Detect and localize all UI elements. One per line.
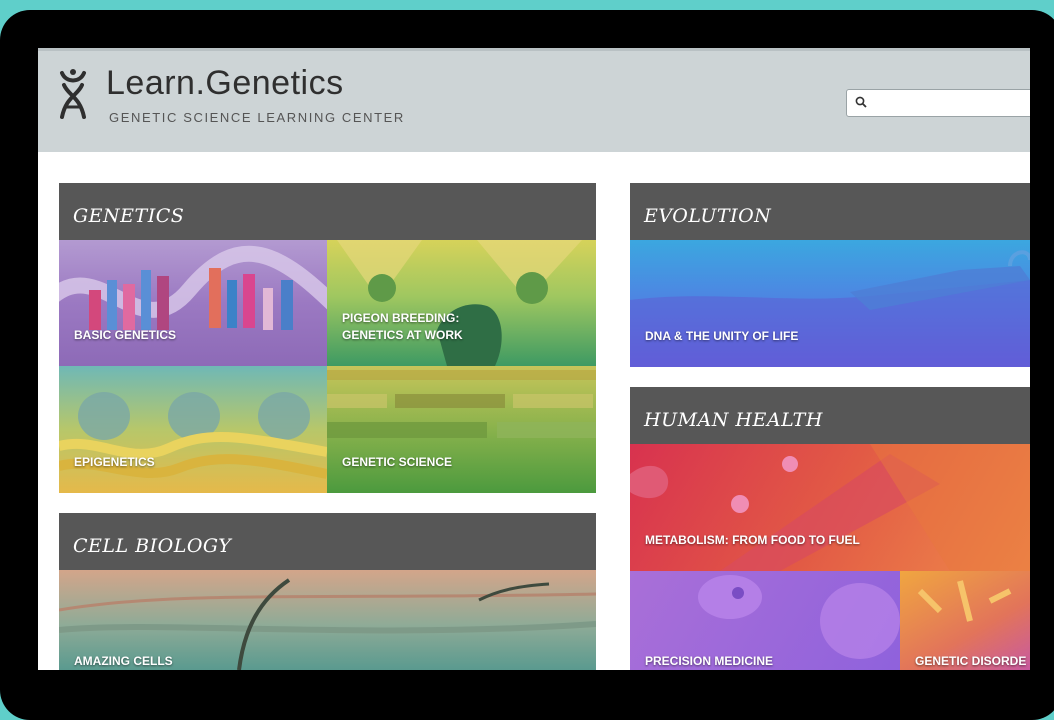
section-header-cell-biology: CELL BIOLOGY [59, 513, 596, 570]
pigeon-illustration [337, 240, 582, 366]
site-subtitle: GENETIC SCIENCE LEARNING CENTER [109, 110, 405, 125]
site-title[interactable]: Learn.Genetics [106, 64, 344, 103]
section-title-evolution[interactable]: EVOLUTION [644, 205, 771, 227]
tile-amazing-cells[interactable]: AMAZING CELLS [59, 570, 596, 670]
tile-precision-medicine[interactable]: PRECISION MEDICINE [630, 571, 900, 670]
tile-label: EPIGENETICS [74, 455, 155, 469]
section-evolution: EVOLUTION DNA & THE UNITY OF LIFE [630, 183, 1030, 367]
tile-label: BASIC GENETICS [74, 328, 177, 342]
section-cell-biology: CELL BIOLOGY AMAZING CELLS [59, 513, 596, 670]
tile-label: METABOLISM: FROM FOOD TO FUEL [645, 533, 860, 547]
section-header-human-health: HUMAN HEALTH [630, 387, 1030, 444]
dna-helix-icon[interactable] [58, 69, 88, 121]
section-header-genetics: GENETICS [59, 183, 596, 240]
mitochondria-illustration [630, 444, 1030, 571]
tile-genetic-disorders[interactable]: GENETIC DISORDE [900, 571, 1030, 670]
tile-label: PIGEON BREEDING: GENETICS AT WORK [342, 310, 463, 344]
section-title-cell-biology[interactable]: CELL BIOLOGY [73, 535, 231, 557]
tile-label: DNA & THE UNITY OF LIFE [645, 329, 799, 343]
search-icon [855, 96, 867, 108]
tile-epigenetics[interactable]: EPIGENETICS [59, 366, 327, 493]
search-input[interactable] [846, 89, 1030, 117]
chromatin-illustration [59, 392, 327, 479]
section-header-evolution: EVOLUTION [630, 183, 1030, 240]
dna-illustration [59, 245, 327, 330]
tile-label-line2: GENETICS AT WORK [342, 328, 463, 342]
tile-label: AMAZING CELLS [74, 654, 173, 668]
tile-basic-genetics[interactable]: BASIC GENETICS [59, 240, 327, 366]
section-genetics: GENETICS BASIC GENETICS PIGEON BREEDING:… [59, 183, 596, 493]
tile-label: GENETIC SCIENCE [342, 455, 453, 469]
section-title-human-health[interactable]: HUMAN HEALTH [644, 409, 823, 431]
section-title-genetics[interactable]: GENETICS [73, 205, 184, 227]
tile-label: GENETIC DISORDE [915, 654, 1027, 668]
tile-label-line1: PIGEON BREEDING: [342, 311, 460, 325]
browser-screen: Learn.Genetics GENETIC SCIENCE LEARNING … [38, 48, 1030, 670]
gel-illustration [327, 370, 596, 438]
tile-dna-unity-of-life[interactable]: DNA & THE UNITY OF LIFE [630, 240, 1030, 367]
tile-pigeon-breeding[interactable]: PIGEON BREEDING: GENETICS AT WORK [327, 240, 596, 366]
tile-label: PRECISION MEDICINE [645, 654, 774, 668]
tile-genetic-science[interactable]: GENETIC SCIENCE [327, 366, 596, 493]
section-human-health: HUMAN HEALTH METABOLISM: FROM FOOD TO FU… [630, 387, 1030, 670]
tile-metabolism[interactable]: METABOLISM: FROM FOOD TO FUEL [630, 444, 1030, 571]
site-header: Learn.Genetics GENETIC SCIENCE LEARNING … [38, 48, 1030, 152]
evolution-illustration [630, 250, 1030, 367]
